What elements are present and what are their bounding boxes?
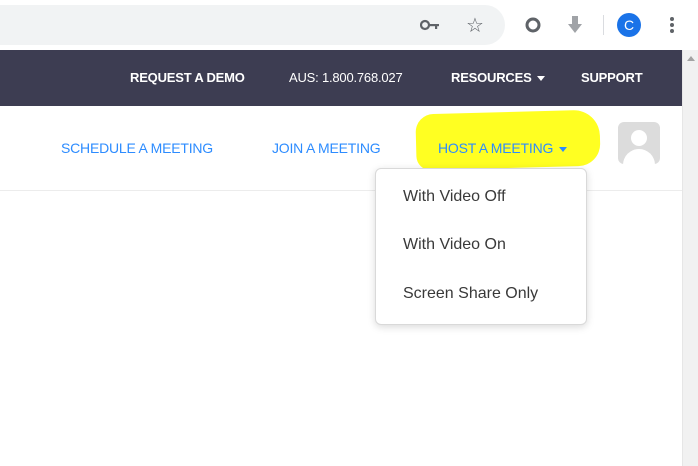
profile-icon[interactable]: C	[617, 13, 641, 37]
chevron-down-icon	[536, 76, 545, 82]
menu-icon[interactable]	[661, 14, 683, 36]
profile-letter: C	[623, 17, 635, 33]
chevron-down-icon	[559, 146, 568, 152]
host-meeting-label: HOST A MEETING	[438, 140, 554, 156]
vertical-scrollbar[interactable]	[682, 50, 698, 466]
host-meeting-menu[interactable]: HOST A MEETING	[438, 140, 568, 156]
menu-item-video-off[interactable]: With Video Off	[403, 188, 506, 206]
top-navigation-bar: REQUEST A DEMO AUS: 1.800.768.027 RESOUR…	[0, 50, 682, 106]
request-demo-link[interactable]: REQUEST A DEMO	[130, 50, 245, 106]
extension-icon[interactable]	[522, 14, 544, 36]
download-icon[interactable]	[564, 14, 586, 36]
key-icon[interactable]	[419, 14, 441, 36]
join-meeting-link[interactable]: JOIN A MEETING	[272, 140, 381, 156]
support-link[interactable]: SUPPORT	[581, 50, 643, 106]
menu-item-video-on[interactable]: With Video On	[403, 236, 506, 254]
phone-number-link[interactable]: AUS: 1.800.768.027	[289, 50, 403, 106]
schedule-meeting-link[interactable]: SCHEDULE A MEETING	[61, 140, 213, 156]
menu-item-screen-share-only[interactable]: Screen Share Only	[403, 285, 538, 303]
resources-menu[interactable]: RESOURCES	[451, 50, 545, 106]
resources-label: RESOURCES	[451, 70, 532, 85]
avatar-head	[631, 130, 647, 146]
avatar-body	[623, 149, 655, 164]
browser-toolbar: ☆ C	[0, 0, 698, 50]
scroll-up-arrow-icon[interactable]	[687, 56, 695, 61]
star-icon[interactable]: ☆	[464, 14, 486, 37]
avatar[interactable]	[618, 122, 660, 164]
host-meeting-dropdown: With Video Off With Video On Screen Shar…	[375, 168, 587, 325]
toolbar-divider	[603, 15, 604, 35]
